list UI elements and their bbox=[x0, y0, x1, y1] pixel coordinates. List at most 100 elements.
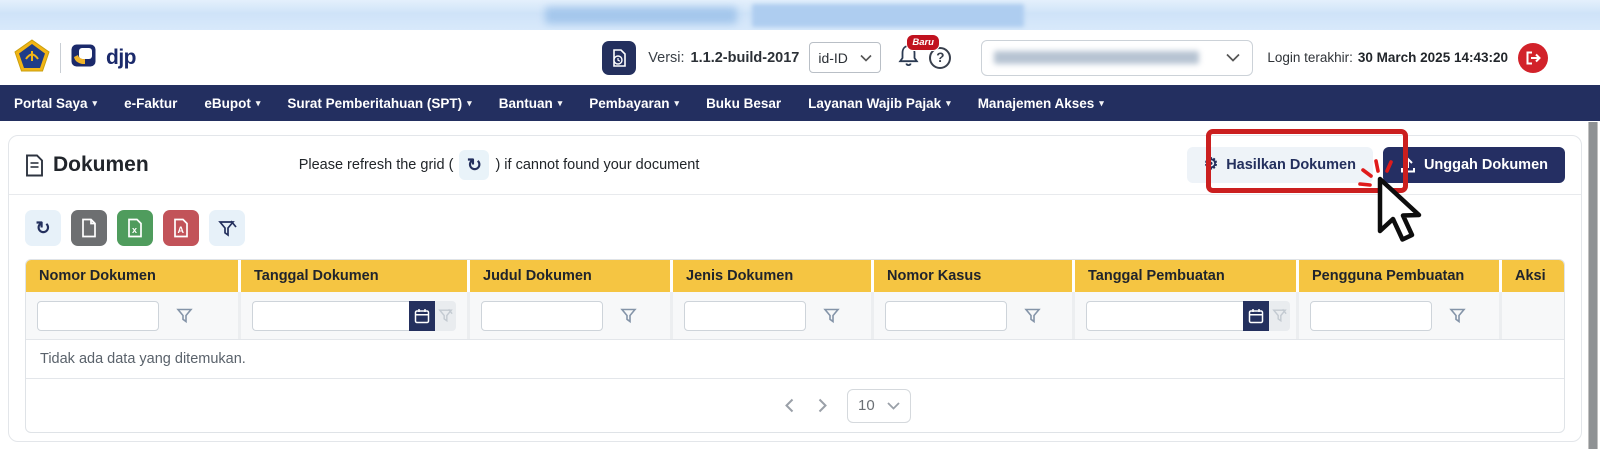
upload-document-button[interactable]: Unggah Dokumen bbox=[1383, 147, 1565, 183]
refresh-grid-button[interactable]: ↻ bbox=[25, 210, 61, 246]
funnel-icon bbox=[620, 307, 637, 324]
export-excel-button[interactable]: x bbox=[117, 210, 153, 246]
column-header-jenis-dokumen[interactable]: Jenis Dokumen bbox=[673, 260, 874, 292]
clear-date-filter-button[interactable] bbox=[435, 301, 456, 331]
funnel-icon bbox=[1024, 307, 1041, 324]
refresh-hint-prefix: Please refresh the grid ( bbox=[299, 157, 454, 173]
page-title: Dokumen bbox=[53, 153, 149, 177]
date-filter-tanggal-pembuatan bbox=[1086, 301, 1290, 331]
filter-off-icon bbox=[217, 219, 237, 238]
chevron-down-icon: ▾ bbox=[467, 98, 472, 109]
filter-menu-button[interactable] bbox=[1024, 307, 1041, 324]
filter-input-nomor-dokumen[interactable] bbox=[37, 301, 159, 331]
column-header-nomor-kasus[interactable]: Nomor Kasus bbox=[874, 260, 1075, 292]
filter-input-tanggal-dokumen[interactable] bbox=[252, 301, 409, 331]
version-history-button[interactable] bbox=[602, 41, 636, 75]
chevron-down-icon bbox=[860, 54, 872, 62]
date-filter-tanggal-dokumen bbox=[252, 301, 456, 331]
column-header-pengguna-pembuatan[interactable]: Pengguna Pembuatan bbox=[1299, 260, 1502, 292]
chevron-down-icon: ▾ bbox=[675, 98, 680, 109]
app-header: djp Versi: 1.1.2-build-2017 id-ID bbox=[0, 30, 1600, 85]
file-icon bbox=[80, 218, 98, 238]
chevron-down-icon: ▾ bbox=[1099, 98, 1104, 109]
version-cluster: Versi: 1.1.2-build-2017 id-ID Baru ? bbox=[602, 41, 951, 75]
calendar-button[interactable] bbox=[1243, 301, 1268, 331]
filter-menu-button[interactable] bbox=[823, 307, 840, 324]
column-header-tanggal-dokumen[interactable]: Tanggal Dokumen bbox=[241, 260, 470, 292]
page-size-value: 10 bbox=[858, 397, 875, 414]
nav-item-bantuan[interactable]: Bantuan▾ bbox=[499, 96, 563, 111]
redacted-banner-text bbox=[545, 7, 737, 24]
grid-header-row: Nomor Dokumen Tanggal Dokumen Judul Doku… bbox=[26, 260, 1565, 292]
chevron-down-icon: ▾ bbox=[256, 98, 261, 109]
clear-date-filter-button[interactable] bbox=[1269, 301, 1290, 331]
new-badge: Baru bbox=[906, 34, 940, 51]
column-header-tanggal-pembuatan[interactable]: Tanggal Pembuatan bbox=[1075, 260, 1299, 292]
grid-filter-row bbox=[26, 292, 1565, 339]
next-page-button[interactable] bbox=[814, 394, 831, 417]
clear-filters-button[interactable] bbox=[209, 210, 245, 246]
chevron-down-icon: ▾ bbox=[93, 98, 98, 109]
funnel-off-icon bbox=[438, 308, 453, 323]
app-screen: djp Versi: 1.1.2-build-2017 id-ID bbox=[0, 0, 1600, 449]
page-size-select[interactable]: 10 bbox=[847, 389, 911, 423]
chevron-down-icon: ▾ bbox=[946, 98, 951, 109]
filter-input-nomor-kasus[interactable] bbox=[885, 301, 1007, 331]
title-group: Dokumen bbox=[25, 153, 149, 177]
empty-message: Tidak ada data yang ditemukan. bbox=[26, 339, 1564, 378]
nav-item-portal-saya[interactable]: Portal Saya▾ bbox=[14, 96, 97, 111]
column-header-aksi[interactable]: Aksi bbox=[1502, 260, 1565, 292]
chevron-right-icon bbox=[818, 398, 827, 413]
vertical-scrollbar bbox=[1588, 122, 1598, 449]
djp-logo-icon bbox=[71, 44, 96, 72]
filter-menu-button[interactable] bbox=[176, 307, 193, 324]
scrollbar-thumb[interactable] bbox=[1588, 122, 1598, 449]
export-file-button[interactable] bbox=[71, 210, 107, 246]
notifications-button[interactable]: Baru bbox=[897, 43, 920, 72]
djp-logo-text: djp bbox=[106, 46, 136, 70]
funnel-icon bbox=[823, 307, 840, 324]
brand-logos[interactable]: djp bbox=[14, 39, 136, 77]
panel-actions: ⚙ Hasilkan Dokumen Unggah Dokumen bbox=[1187, 147, 1565, 183]
panel-divider bbox=[9, 194, 1581, 195]
refresh-hint-chip[interactable]: ↻ bbox=[459, 150, 489, 180]
filter-menu-button[interactable] bbox=[1449, 307, 1466, 324]
nav-item-manajemen-akses[interactable]: Manajemen Akses▾ bbox=[978, 96, 1104, 111]
calendar-button[interactable] bbox=[409, 301, 434, 331]
logout-button[interactable] bbox=[1518, 43, 1548, 73]
language-select[interactable]: id-ID bbox=[809, 42, 881, 73]
logout-icon bbox=[1524, 49, 1542, 67]
nav-item-ebupot[interactable]: eBupot▾ bbox=[204, 96, 260, 111]
chevron-down-icon bbox=[1226, 53, 1240, 62]
funnel-off-icon bbox=[1272, 308, 1287, 323]
nav-item-e-faktur[interactable]: e-Faktur bbox=[124, 96, 177, 111]
user-account-select[interactable] bbox=[981, 40, 1253, 76]
redacted-banner-box bbox=[752, 4, 1024, 27]
column-header-nomor-dokumen[interactable]: Nomor Dokumen bbox=[26, 260, 241, 292]
refresh-hint-suffix: ) if cannot found your document bbox=[495, 157, 699, 173]
funnel-icon bbox=[1449, 307, 1466, 324]
grid-pagination: 10 bbox=[26, 378, 1565, 432]
export-pdf-button[interactable]: A bbox=[163, 210, 199, 246]
nav-item-spt[interactable]: Surat Pemberitahuan (SPT)▾ bbox=[287, 96, 471, 111]
filter-input-jenis-dokumen[interactable] bbox=[684, 301, 806, 331]
filter-menu-button[interactable] bbox=[620, 307, 637, 324]
last-login-label: Login terakhir: bbox=[1267, 50, 1353, 65]
refresh-icon: ↻ bbox=[467, 156, 482, 174]
nav-item-layanan-wajib-pajak[interactable]: Layanan Wajib Pajak▾ bbox=[808, 96, 951, 111]
main-nav: Portal Saya▾ e-Faktur eBupot▾ Surat Pemb… bbox=[0, 85, 1600, 121]
previous-page-button[interactable] bbox=[781, 394, 798, 417]
generate-document-button[interactable]: ⚙ Hasilkan Dokumen bbox=[1187, 147, 1373, 183]
filter-input-pengguna-pembuatan[interactable] bbox=[1310, 301, 1432, 331]
redacted-user-name bbox=[994, 51, 1199, 64]
filter-input-judul-dokumen[interactable] bbox=[481, 301, 603, 331]
version-label: Versi: bbox=[648, 50, 684, 66]
nav-item-buku-besar[interactable]: Buku Besar bbox=[706, 96, 781, 111]
filter-input-tanggal-pembuatan[interactable] bbox=[1086, 301, 1243, 331]
top-banner bbox=[0, 0, 1600, 30]
column-header-judul-dokumen[interactable]: Judul Dokumen bbox=[470, 260, 673, 292]
version-value: 1.1.2-build-2017 bbox=[691, 50, 800, 66]
nav-item-pembayaran[interactable]: Pembayaran▾ bbox=[589, 96, 679, 111]
upload-icon bbox=[1400, 157, 1416, 173]
brand-divider bbox=[60, 43, 61, 73]
